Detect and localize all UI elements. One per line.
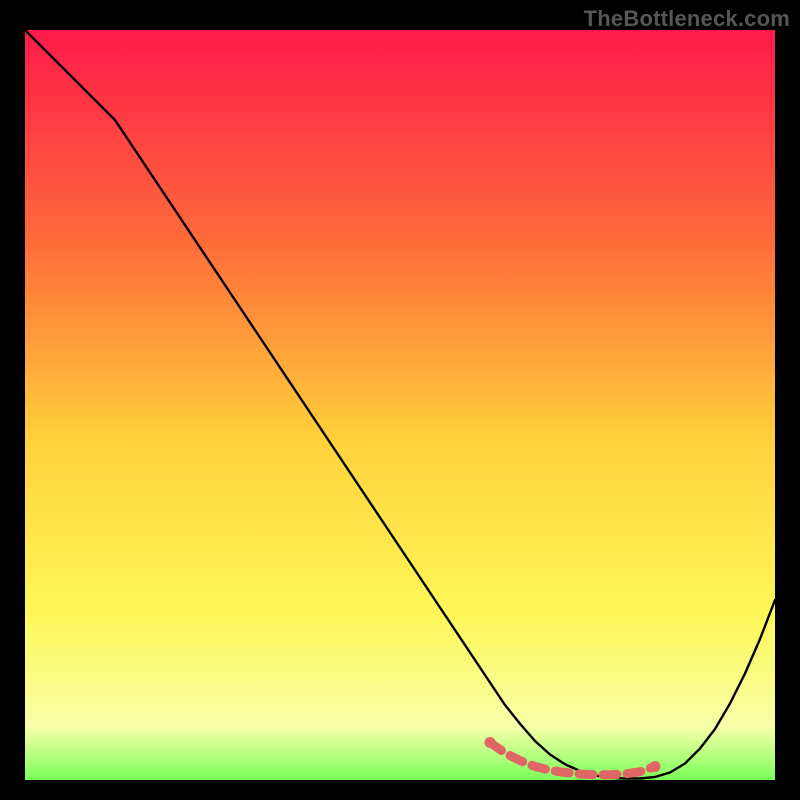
optimal-range-endpoint <box>485 737 496 748</box>
chart-svg <box>25 30 775 780</box>
gradient-background <box>25 30 775 780</box>
plot-area <box>25 30 775 780</box>
optimal-range-endpoint <box>650 761 661 772</box>
watermark-text: TheBottleneck.com <box>584 6 790 32</box>
chart-stage: TheBottleneck.com <box>0 0 800 800</box>
